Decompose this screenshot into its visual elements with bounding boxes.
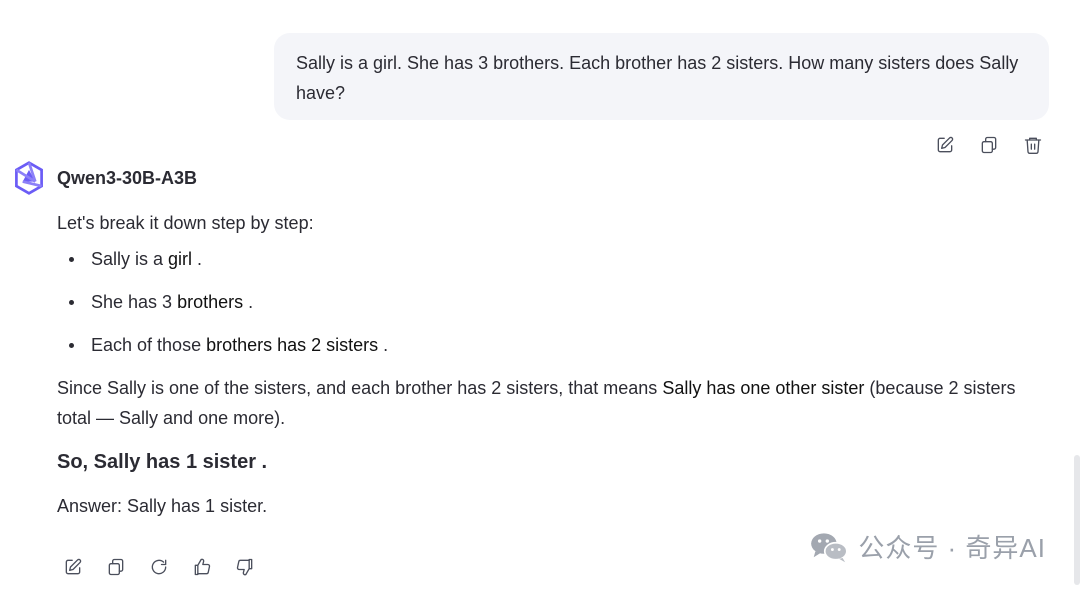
bullet-highlight: brothers [177,292,244,312]
list-item: Sally is a girl . [57,244,1027,274]
bullet-highlight: girl [168,249,193,269]
list-item: Each of those brothers has 2 sisters . [57,330,1027,360]
assistant-header: Qwen3-30B-A3B [11,160,197,196]
thumbs-up-icon [194,558,211,576]
regenerate-button[interactable] [148,556,170,578]
dislike-button[interactable] [234,556,256,578]
bullet-suffix: . [243,292,254,312]
answer-bullet-list: Sally is a girl . She has 3 brothers . E… [57,244,1027,360]
final-answer: Answer: Sally has 1 sister. [57,496,268,516]
model-name: Qwen3-30B-A3B [57,167,198,188]
delete-icon [1024,137,1042,154]
user-message-bubble: Sally is a girl. She has 3 brothers. Eac… [274,33,1049,120]
answer-intro: Let's break it down step by step: [57,213,314,233]
watermark-text: 公众号 · 奇异AI [858,533,1046,563]
user-message-text: Sally is a girl. She has 3 brothers. Eac… [296,53,1019,103]
copy-icon [108,558,124,576]
answer-reasoning: Since Sally is one of the sisters, and e… [57,373,1027,433]
copy-icon [981,136,997,154]
qwen-logo-icon [15,161,43,195]
thumbs-down-icon [236,558,253,576]
delete-message-button[interactable] [1022,134,1044,156]
bullet-suffix: . [378,335,389,355]
assistant-message: Let's break it down step by step: Sally … [57,208,1027,521]
copy-response-button[interactable] [105,556,127,578]
list-item: She has 3 brothers . [57,287,1027,317]
wechat-icon [811,532,849,562]
reasoning-text: Since Sally is one of the sisters, and e… [57,378,663,398]
edit-icon [937,136,954,153]
bullet-text: Each of those [91,335,207,355]
bullet-highlight: brothers has 2 sisters [206,335,379,355]
scrollbar[interactable] [1074,455,1080,585]
chat-page: Sally is a girl. She has 3 brothers. Eac… [0,0,1080,589]
regenerate-icon [151,559,167,575]
edit-response-button[interactable] [62,556,84,578]
bullet-suffix: . [192,249,203,269]
watermark: 公众号 · 奇异AI [808,528,1046,565]
answer-conclusion: So, Sally has 1 sister . [57,451,268,473]
bullet-text: Sally is a [91,249,169,269]
like-button[interactable] [191,556,213,578]
avatar [11,160,47,196]
bullet-text: She has 3 [91,292,178,312]
user-message-actions [934,134,1044,156]
copy-message-button[interactable] [978,134,1000,156]
edit-icon [65,558,82,575]
edit-message-button[interactable] [934,134,956,156]
assistant-message-actions [62,556,256,578]
reasoning-highlight: Sally has one other sister [662,378,865,398]
